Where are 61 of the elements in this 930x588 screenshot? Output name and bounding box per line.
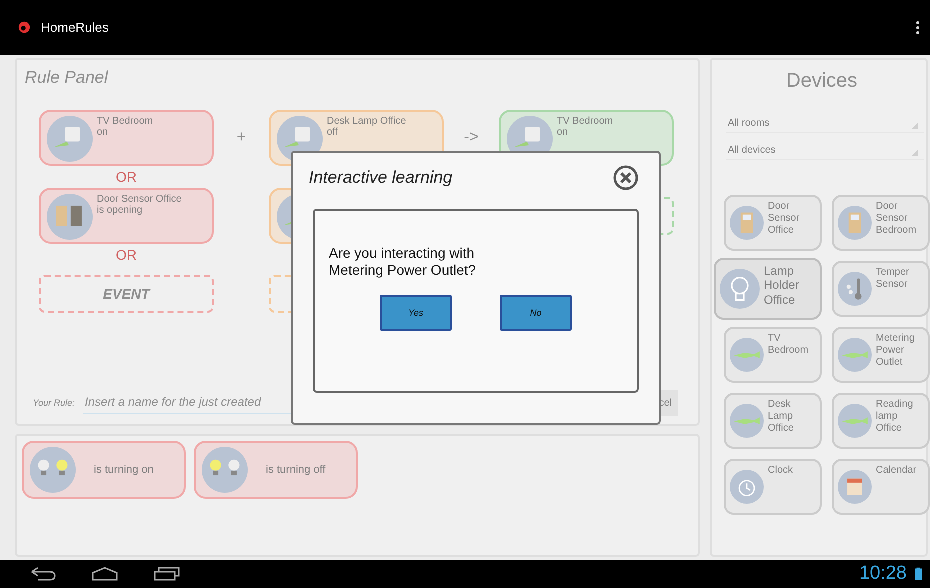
door-icon bbox=[47, 194, 93, 240]
overflow-menu-icon[interactable] bbox=[916, 20, 920, 34]
door-icon bbox=[838, 206, 872, 240]
device-card[interactable]: Reading lamp Office bbox=[832, 393, 930, 449]
device-card[interactable]: Desk Lamp Office bbox=[724, 393, 822, 449]
device-state: on bbox=[557, 127, 570, 138]
light-bulbs-icon bbox=[30, 447, 76, 493]
close-icon[interactable] bbox=[613, 165, 639, 191]
device-card[interactable]: TV Bedroom bbox=[724, 327, 822, 383]
app-title: HomeRules bbox=[41, 20, 110, 35]
event-card[interactable]: is turning on bbox=[22, 441, 186, 499]
back-icon[interactable] bbox=[30, 567, 56, 581]
empty-slot[interactable]: EVENT bbox=[39, 275, 214, 313]
event-card[interactable]: is turning off bbox=[194, 441, 358, 499]
device-card[interactable]: Lamp Holder Office bbox=[714, 258, 822, 320]
dialog-button[interactable]: No bbox=[500, 294, 572, 331]
dialog-message: Are you interacting with Metering Power Outlet? bbox=[329, 245, 478, 279]
plug-icon bbox=[47, 116, 93, 162]
dropdown-arrow-icon bbox=[912, 123, 918, 129]
plug-icon bbox=[730, 404, 764, 438]
plug-icon bbox=[838, 338, 872, 372]
device-state: off bbox=[327, 127, 339, 138]
or-label: OR bbox=[116, 169, 137, 185]
door-icon bbox=[730, 206, 764, 240]
filter-dropdown[interactable]: All rooms bbox=[726, 111, 924, 133]
device-card[interactable]: Door Sensor Bedroom bbox=[832, 195, 930, 251]
panel-title: Rule Panel bbox=[25, 68, 110, 88]
clock-time: 10:28 bbox=[859, 563, 907, 585]
home-icon[interactable] bbox=[92, 567, 118, 581]
bulb-icon bbox=[720, 269, 760, 309]
device-state: is opening bbox=[97, 205, 144, 216]
rule-label: Your Rule: bbox=[33, 398, 76, 408]
device-name: Door Sensor Office bbox=[97, 194, 182, 205]
operator-label: + bbox=[236, 129, 246, 147]
logo-icon bbox=[18, 21, 31, 34]
plug-icon bbox=[730, 338, 764, 372]
dialog-title: Interactive learning bbox=[309, 168, 453, 188]
dropdown-arrow-icon bbox=[912, 150, 918, 156]
device-card[interactable]: Metering Power Outlet bbox=[832, 327, 930, 383]
device-card[interactable]: Calendar bbox=[832, 459, 930, 515]
clock-icon bbox=[730, 470, 764, 504]
operator-label: -> bbox=[464, 129, 479, 147]
filter-dropdown[interactable]: All devices bbox=[726, 138, 924, 160]
rule-card[interactable]: Door Sensor Office is opening bbox=[39, 188, 214, 244]
calendar-icon bbox=[838, 470, 872, 504]
device-card[interactable]: Temper Sensor bbox=[832, 261, 930, 317]
dialog-button[interactable]: Yes bbox=[380, 294, 452, 331]
plug-icon bbox=[838, 404, 872, 438]
panel-title: Devices bbox=[785, 70, 859, 93]
or-label: OR bbox=[116, 247, 137, 263]
recent-apps-icon[interactable] bbox=[154, 567, 180, 581]
device-name: Desk Lamp Office bbox=[327, 116, 406, 127]
thermometer-icon bbox=[838, 272, 872, 306]
device-state: on bbox=[97, 127, 110, 138]
device-name: TV Bedroom bbox=[557, 116, 614, 127]
device-card[interactable]: Door Sensor Office bbox=[724, 195, 822, 251]
device-card[interactable]: Clock bbox=[724, 459, 822, 515]
battery-icon bbox=[915, 567, 922, 581]
rule-card[interactable]: TV Bedroom on bbox=[39, 110, 214, 166]
device-name: TV Bedroom bbox=[97, 116, 154, 127]
light-bulbs-icon bbox=[202, 447, 248, 493]
